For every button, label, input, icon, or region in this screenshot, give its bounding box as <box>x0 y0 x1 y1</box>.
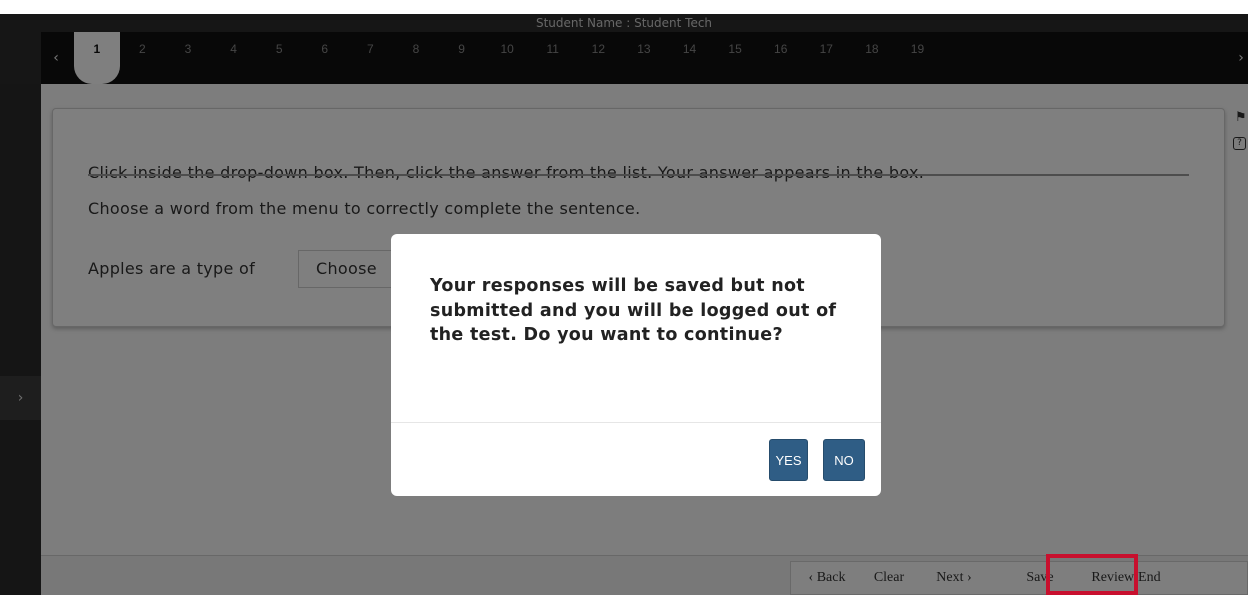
yes-button[interactable]: YES <box>769 439 808 481</box>
no-button[interactable]: NO <box>823 439 865 481</box>
confirm-dialog: Your responses will be saved but not sub… <box>391 234 881 496</box>
save-highlight-box <box>1046 554 1138 595</box>
dialog-divider <box>391 422 881 423</box>
dialog-message: Your responses will be saved but not sub… <box>430 276 837 345</box>
